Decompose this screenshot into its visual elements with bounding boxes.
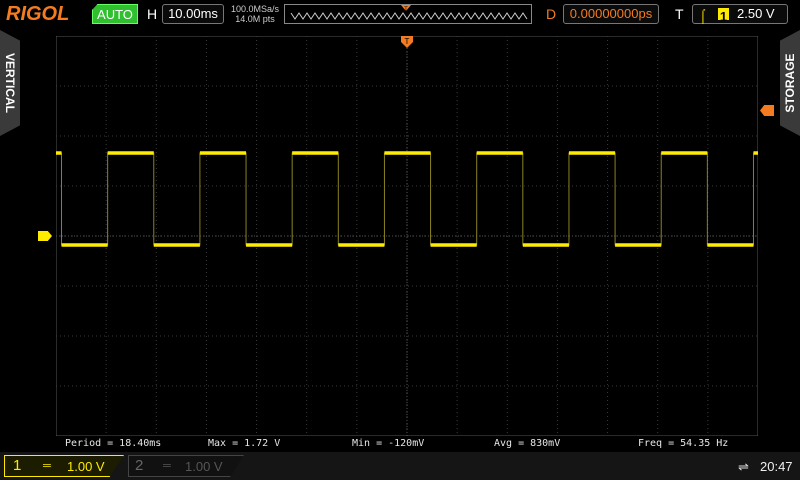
waveform-display[interactable]: T — [56, 36, 758, 436]
top-status-bar: RIGOL AUTO H 10.00ms 100.0MSa/s 14.0M pt… — [0, 0, 800, 30]
memory-overview-trace: T — [290, 5, 528, 20]
svg-text:T: T — [404, 7, 408, 13]
trigger-position-label: T — [405, 37, 410, 46]
channel-1-number: 1 — [13, 457, 22, 474]
measure-max: Max = 1.72 V — [208, 438, 281, 449]
trigger-channel-badge: 1 — [718, 8, 729, 24]
storage-tab-label: STORAGE — [783, 53, 797, 113]
channel-1-box[interactable]: 1 ═ 1.00 V — [4, 455, 124, 477]
channel-2-number: 2 — [135, 457, 144, 474]
rising-edge-icon: ⌠ — [699, 8, 707, 23]
delay-label: D — [546, 6, 557, 22]
run-mode-badge[interactable]: AUTO — [92, 4, 138, 24]
measure-min: Min = -120mV — [352, 438, 425, 449]
delay-value: 0.00000000ps — [569, 6, 653, 21]
time-base-value: 10.00ms — [168, 6, 218, 21]
delay-box[interactable]: 0.00000000ps — [563, 4, 659, 24]
channel-2-scale: 1.00 V — [185, 459, 223, 474]
measurement-bar: Period = 18.40ms Max = 1.72 V Min = -120… — [56, 436, 758, 452]
measure-period: Period = 18.40ms — [65, 438, 162, 449]
time-base-box[interactable]: 10.00ms — [162, 4, 224, 24]
memory-depth: 14.0M pts — [235, 14, 275, 24]
usb-icon: ⇌ — [738, 459, 749, 474]
memory-waveform-overview[interactable]: T — [284, 4, 532, 24]
system-clock: 20:47 — [760, 459, 793, 474]
channel-1-scale: 1.00 V — [67, 459, 105, 474]
measure-freq: Freq = 54.35 Hz — [638, 438, 729, 449]
channel-1-ground-marker[interactable] — [38, 231, 52, 241]
dc-coupling-icon: ═ — [43, 460, 51, 472]
brand-logo: RIGOL — [6, 3, 70, 25]
channel-2-box[interactable]: 2 ═ 1.00 V — [128, 455, 244, 477]
dc-coupling-icon: ═ — [163, 460, 171, 472]
measure-avg: Avg = 830mV — [494, 438, 561, 449]
vertical-tab-label: VERTICAL — [3, 53, 17, 113]
vertical-menu-tab[interactable]: VERTICAL — [0, 30, 20, 136]
trigger-label: T — [675, 6, 684, 22]
trigger-level-value: 2.50 V — [737, 6, 775, 21]
storage-menu-tab[interactable]: STORAGE — [780, 30, 800, 136]
bottom-status-bar: 1 ═ 1.00 V 2 ═ 1.00 V ⇌ 20:47 — [0, 452, 800, 480]
trigger-level-marker[interactable] — [760, 105, 774, 116]
sample-rate: 100.0MSa/s — [230, 4, 280, 14]
acquisition-info: 100.0MSa/s 14.0M pts — [228, 4, 282, 24]
horizontal-label: H — [147, 6, 158, 22]
trigger-box[interactable]: ⌠ 1 2.50 V — [692, 4, 788, 24]
